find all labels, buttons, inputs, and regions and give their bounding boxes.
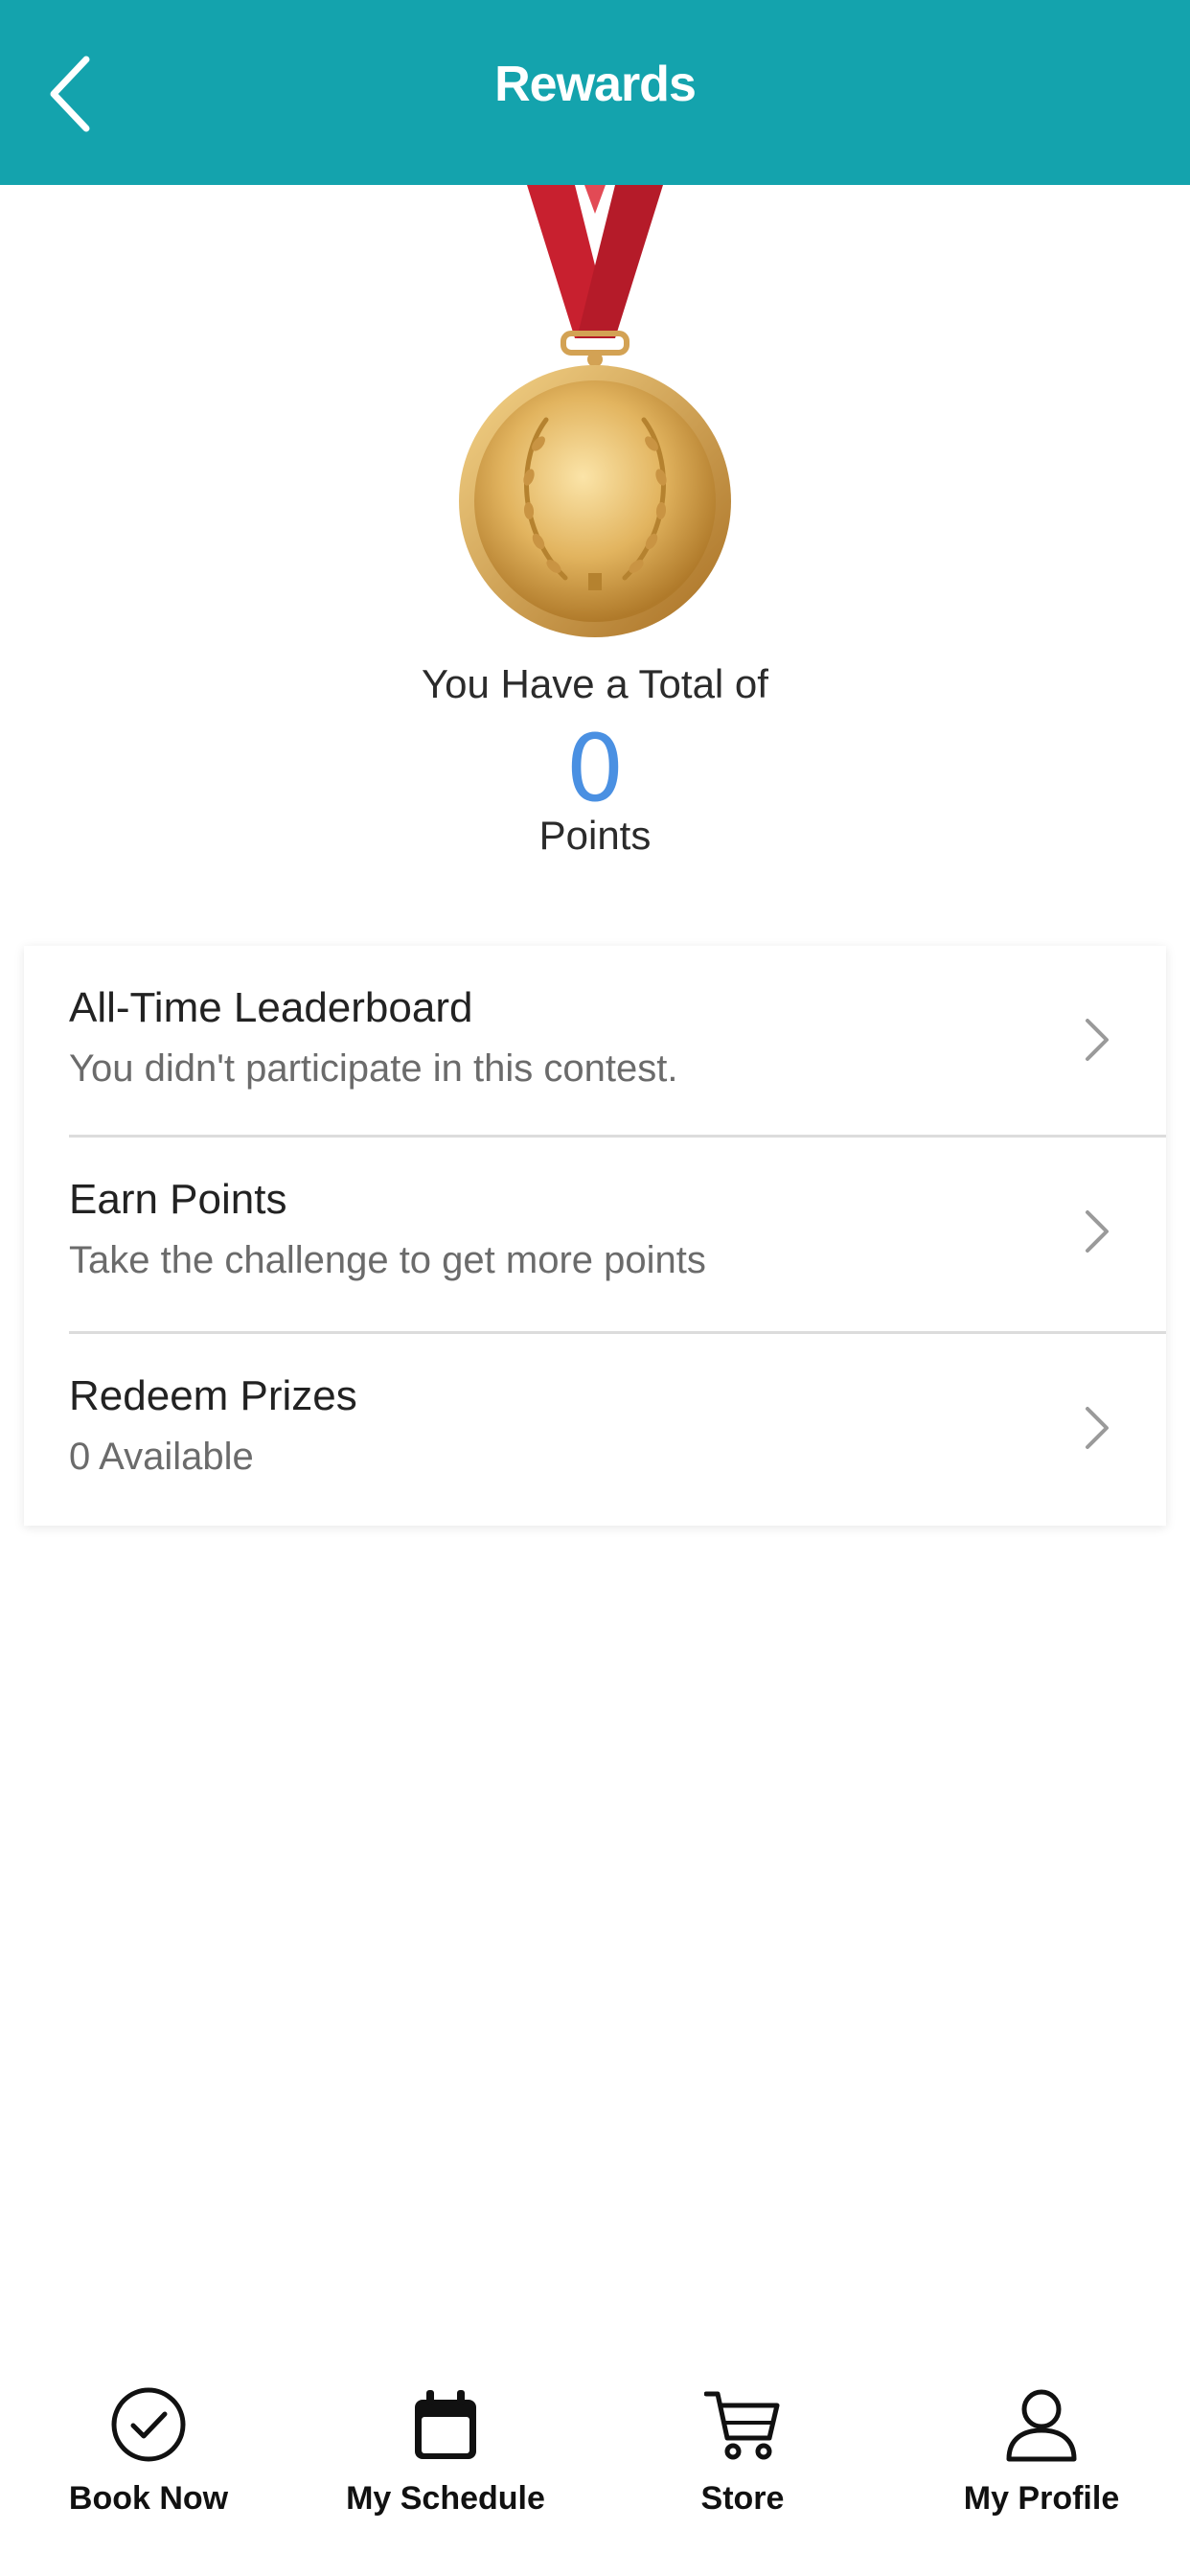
bottom-tab-bar: Book Now My Schedule Store My Profile [0, 2358, 1190, 2576]
cart-icon [704, 2391, 780, 2460]
page-title: Rewards [494, 57, 697, 112]
leaderboard-item[interactable]: All-Time Leaderboard You didn't particip… [24, 946, 1166, 1139]
rewards-menu-card: All-Time Leaderboard You didn't particip… [24, 946, 1166, 1526]
person-icon [1006, 2389, 1077, 2462]
chevron-right-icon [1086, 1210, 1109, 1253]
tab-label: Book Now [68, 2480, 229, 2517]
redeem-prizes-item[interactable]: Redeem Prizes 0 Available [24, 1334, 1166, 1528]
check-circle-icon [111, 2387, 186, 2462]
tab-my-schedule[interactable]: My Schedule [297, 2358, 594, 2576]
tab-label: My Schedule [346, 2480, 545, 2517]
earn-points-item[interactable]: Earn Points Take the challenge to get mo… [24, 1138, 1166, 1331]
tab-my-profile[interactable]: My Profile [893, 2358, 1190, 2576]
leaderboard-title: All-Time Leaderboard [69, 984, 473, 1031]
tab-label: Store [700, 2480, 785, 2517]
leaderboard-subtitle: You didn't participate in this contest. [69, 1047, 678, 1090]
redeem-prizes-title: Redeem Prizes [69, 1372, 357, 1419]
earn-points-subtitle: Take the challenge to get more points [69, 1239, 706, 1281]
gold-medal-icon [450, 185, 740, 645]
tab-store[interactable]: Store [594, 2358, 891, 2576]
earn-points-title: Earn Points [69, 1176, 287, 1223]
tab-label: My Profile [963, 2480, 1120, 2517]
calendar-icon [415, 2390, 476, 2459]
chevron-right-icon [1086, 1407, 1109, 1449]
redeem-prizes-subtitle: 0 Available [69, 1436, 254, 1478]
points-value: 0 [565, 715, 625, 822]
tab-book-now[interactable]: Book Now [0, 2358, 297, 2576]
app-header: Rewards [0, 0, 1190, 185]
points-unit-label: Points [538, 813, 652, 858]
chevron-right-icon [1086, 1019, 1109, 1061]
total-label: You Have a Total of [422, 661, 768, 706]
